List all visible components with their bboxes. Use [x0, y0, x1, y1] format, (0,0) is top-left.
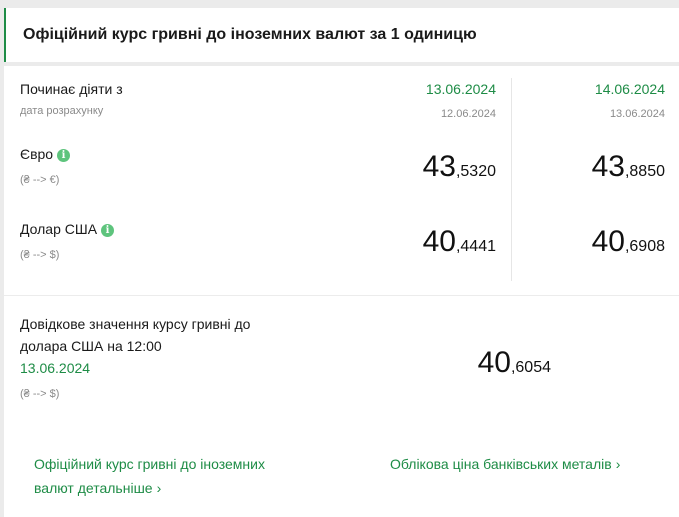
rate-int: 40	[591, 225, 625, 258]
rate-dec: ,6908	[624, 238, 665, 255]
rate-int: 40	[477, 346, 511, 379]
conversion-euro: (₴ --> €)	[20, 174, 60, 186]
rate-dec: ,4441	[455, 238, 496, 255]
starts-label: Починає діяти з	[20, 81, 123, 97]
reference-label-line1: Довідкове значення курсу гривні до	[20, 316, 251, 332]
chevron-right-icon: ›	[156, 480, 162, 496]
calc-date-col1: 12.06.2024	[440, 108, 496, 120]
rate-dec: ,8850	[624, 163, 665, 180]
info-icon[interactable]: i	[101, 224, 115, 237]
currency-row-usd: Долар США i	[20, 221, 115, 237]
reference-date: 13.06.2024	[20, 360, 91, 376]
section-divider	[4, 295, 679, 296]
metals-price-link[interactable]: Облікова ціна банківських металів ›	[390, 452, 620, 476]
calc-date-label: дата розрахунку	[20, 105, 104, 117]
currency-row-euro: Євро i	[20, 146, 71, 162]
rate-dec: ,6054	[510, 359, 551, 376]
rate-usd-col1: 40,4441	[423, 225, 496, 259]
rate-euro-col1: 43,5320	[423, 150, 496, 184]
chevron-right-icon: ›	[615, 456, 621, 472]
info-icon[interactable]: i	[57, 149, 71, 162]
conversion-usd: (₴ --> $)	[20, 249, 60, 261]
effective-date-col1: 13.06.2024	[425, 81, 496, 97]
reference-label-line2: долара США на 12:00	[20, 338, 162, 354]
official-rates-link[interactable]: Офіційний курс гривні до іноземних валют…	[34, 452, 265, 500]
rates-card: Починає діяти з дата розрахунку 13.06.20…	[4, 66, 679, 517]
page-header: Офіційний курс гривні до іноземних валют…	[4, 8, 679, 62]
currency-name-euro: Євро	[20, 146, 54, 162]
column-divider	[511, 78, 512, 281]
effective-date-col2: 14.06.2024	[594, 81, 665, 97]
metals-price-link-label: Облікова ціна банківських металів	[390, 456, 612, 472]
rate-dec: ,5320	[455, 163, 496, 180]
rate-usd-col2: 40,6908	[592, 225, 665, 259]
page-title: Офіційний курс гривні до іноземних валют…	[23, 26, 477, 43]
rate-int: 43	[591, 150, 625, 183]
rate-int: 40	[422, 225, 456, 258]
reference-conversion: (₴ --> $)	[20, 388, 60, 400]
reference-rate: 40,6054	[478, 346, 551, 380]
rate-euro-col2: 43,8850	[592, 150, 665, 184]
reference-label: Довідкове значення курсу гривні до долар…	[20, 313, 250, 357]
official-rates-link-line1: Офіційний курс гривні до іноземних	[34, 456, 265, 472]
rate-int: 43	[422, 150, 456, 183]
calc-date-col2: 13.06.2024	[609, 108, 665, 120]
official-rates-link-line2: валют детальніше	[34, 480, 153, 496]
currency-name-usd: Долар США	[20, 221, 98, 237]
